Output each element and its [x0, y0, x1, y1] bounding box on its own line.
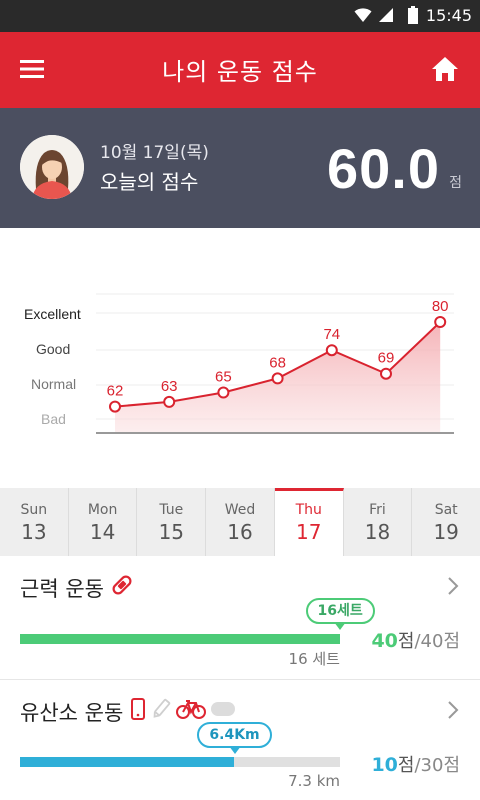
chart-value-label: 62: [107, 383, 124, 400]
strength-title: 근력 운동: [20, 577, 104, 601]
strength-card[interactable]: 근력 운동 16세트 16 세트 40점/40점: [0, 556, 480, 680]
day-tab-wed[interactable]: Wed 16: [206, 488, 275, 556]
cardio-tooltip: 6.4Km: [197, 722, 272, 754]
page-title: 나의 운동 점수: [162, 58, 318, 86]
chart-value-label: 68: [269, 354, 286, 371]
today-score: 60.0: [327, 137, 440, 200]
day-name: Sat: [434, 502, 458, 518]
chart-point-sat: [434, 316, 447, 328]
day-number: 19: [433, 520, 459, 544]
battery-icon: [408, 6, 418, 24]
chart-point-tue: [217, 386, 230, 399]
chart-point-fri: [380, 367, 392, 380]
band-icon: [112, 575, 132, 595]
score-chart-svg: Excellent Good Normal Bad 62 63 65 68 74 69 80: [24, 293, 454, 434]
chevron-right-icon[interactable]: [446, 576, 460, 596]
chart-value-label: 80: [432, 298, 449, 315]
strength-points: 40점/40점: [371, 627, 460, 653]
day-number: 17: [296, 520, 322, 544]
chart-value-label: 63: [161, 378, 178, 395]
cardio-card[interactable]: 유산소 운동 6.4Km 7.3 km 10점/30점: [0, 680, 480, 800]
strength-points-unit: 점: [397, 631, 415, 652]
day-selector: Sun 13 Mon 14 Tue 15 Wed 16 Thu 17 Fri 1…: [0, 488, 480, 556]
header-label: 오늘의 점수: [100, 170, 199, 194]
status-bar: 15:45: [0, 0, 480, 32]
app-bar: 나의 운동 점수: [0, 32, 480, 108]
day-name: Wed: [224, 502, 256, 518]
chart-point-sun: [109, 400, 121, 413]
status-time: 15:45: [425, 6, 472, 25]
chevron-right-icon[interactable]: [446, 700, 460, 720]
bicycle-icon: [176, 700, 206, 719]
strength-points-value: 40: [371, 630, 398, 652]
strength-tooltip: 16세트: [305, 598, 375, 630]
cardio-distance: 7.3 km: [288, 772, 340, 790]
cardio-title: 유산소 운동: [20, 701, 124, 725]
chart-value-label: 74: [323, 326, 340, 343]
signal-icon: [379, 8, 393, 22]
strength-progress-fill: [20, 634, 340, 644]
score-chart: Excellent Good Normal Bad 62 63 65 68 74 69 80: [0, 228, 480, 488]
day-number: 15: [158, 520, 185, 544]
pencil-icon: [153, 698, 171, 718]
day-number: 16: [227, 520, 253, 544]
cardio-progress-bar: [20, 757, 340, 767]
chart-point-thu: [325, 344, 338, 357]
chart-y-label: Good: [36, 341, 70, 357]
phone-icon: [131, 698, 145, 720]
avatar: [20, 135, 84, 199]
cardio-progress-fill: [20, 757, 235, 767]
cardio-points-total: /30점: [414, 755, 460, 776]
day-tab-fri[interactable]: Fri 18: [344, 488, 413, 556]
day-tab-mon[interactable]: Mon 14: [69, 488, 138, 556]
day-number: 14: [89, 520, 116, 544]
chart-point-wed: [271, 372, 284, 385]
score-unit: 점: [449, 175, 462, 191]
strength-count: 16 세트: [288, 650, 340, 668]
header-date: 10월 17일(목): [100, 143, 209, 163]
day-number: 13: [21, 520, 47, 544]
score-header: 10월 17일(목) 오늘의 점수 60.0 점: [0, 108, 480, 228]
home-icon[interactable]: [430, 54, 460, 84]
chart-value-label: 69: [378, 350, 395, 367]
controller-icon: [211, 702, 235, 716]
cardio-points-unit: 점: [397, 755, 415, 776]
chart-y-label: Normal: [31, 376, 76, 392]
day-tab-thu[interactable]: Thu 17: [274, 488, 344, 556]
day-number: 18: [364, 520, 391, 544]
day-tab-sun[interactable]: Sun 13: [0, 488, 69, 556]
cardio-points-value: 10: [371, 754, 398, 776]
strength-points-total: /40점: [414, 631, 460, 652]
strength-progress-bar: [20, 634, 340, 644]
day-tab-tue[interactable]: Tue 15: [137, 488, 207, 556]
chart-value-label: 65: [215, 369, 232, 386]
day-name: Thu: [295, 502, 322, 518]
chart-point-mon: [163, 395, 176, 408]
chart-y-label: Excellent: [24, 306, 81, 322]
chart-y-label: Bad: [41, 411, 66, 427]
cardio-points: 10점/30점: [371, 751, 460, 777]
day-tab-sat[interactable]: Sat 19: [412, 488, 480, 556]
day-name: Fri: [369, 502, 386, 518]
day-name: Sun: [20, 502, 48, 518]
day-name: Tue: [159, 502, 184, 518]
day-name: Mon: [87, 502, 118, 518]
wifi-icon: [354, 8, 372, 22]
